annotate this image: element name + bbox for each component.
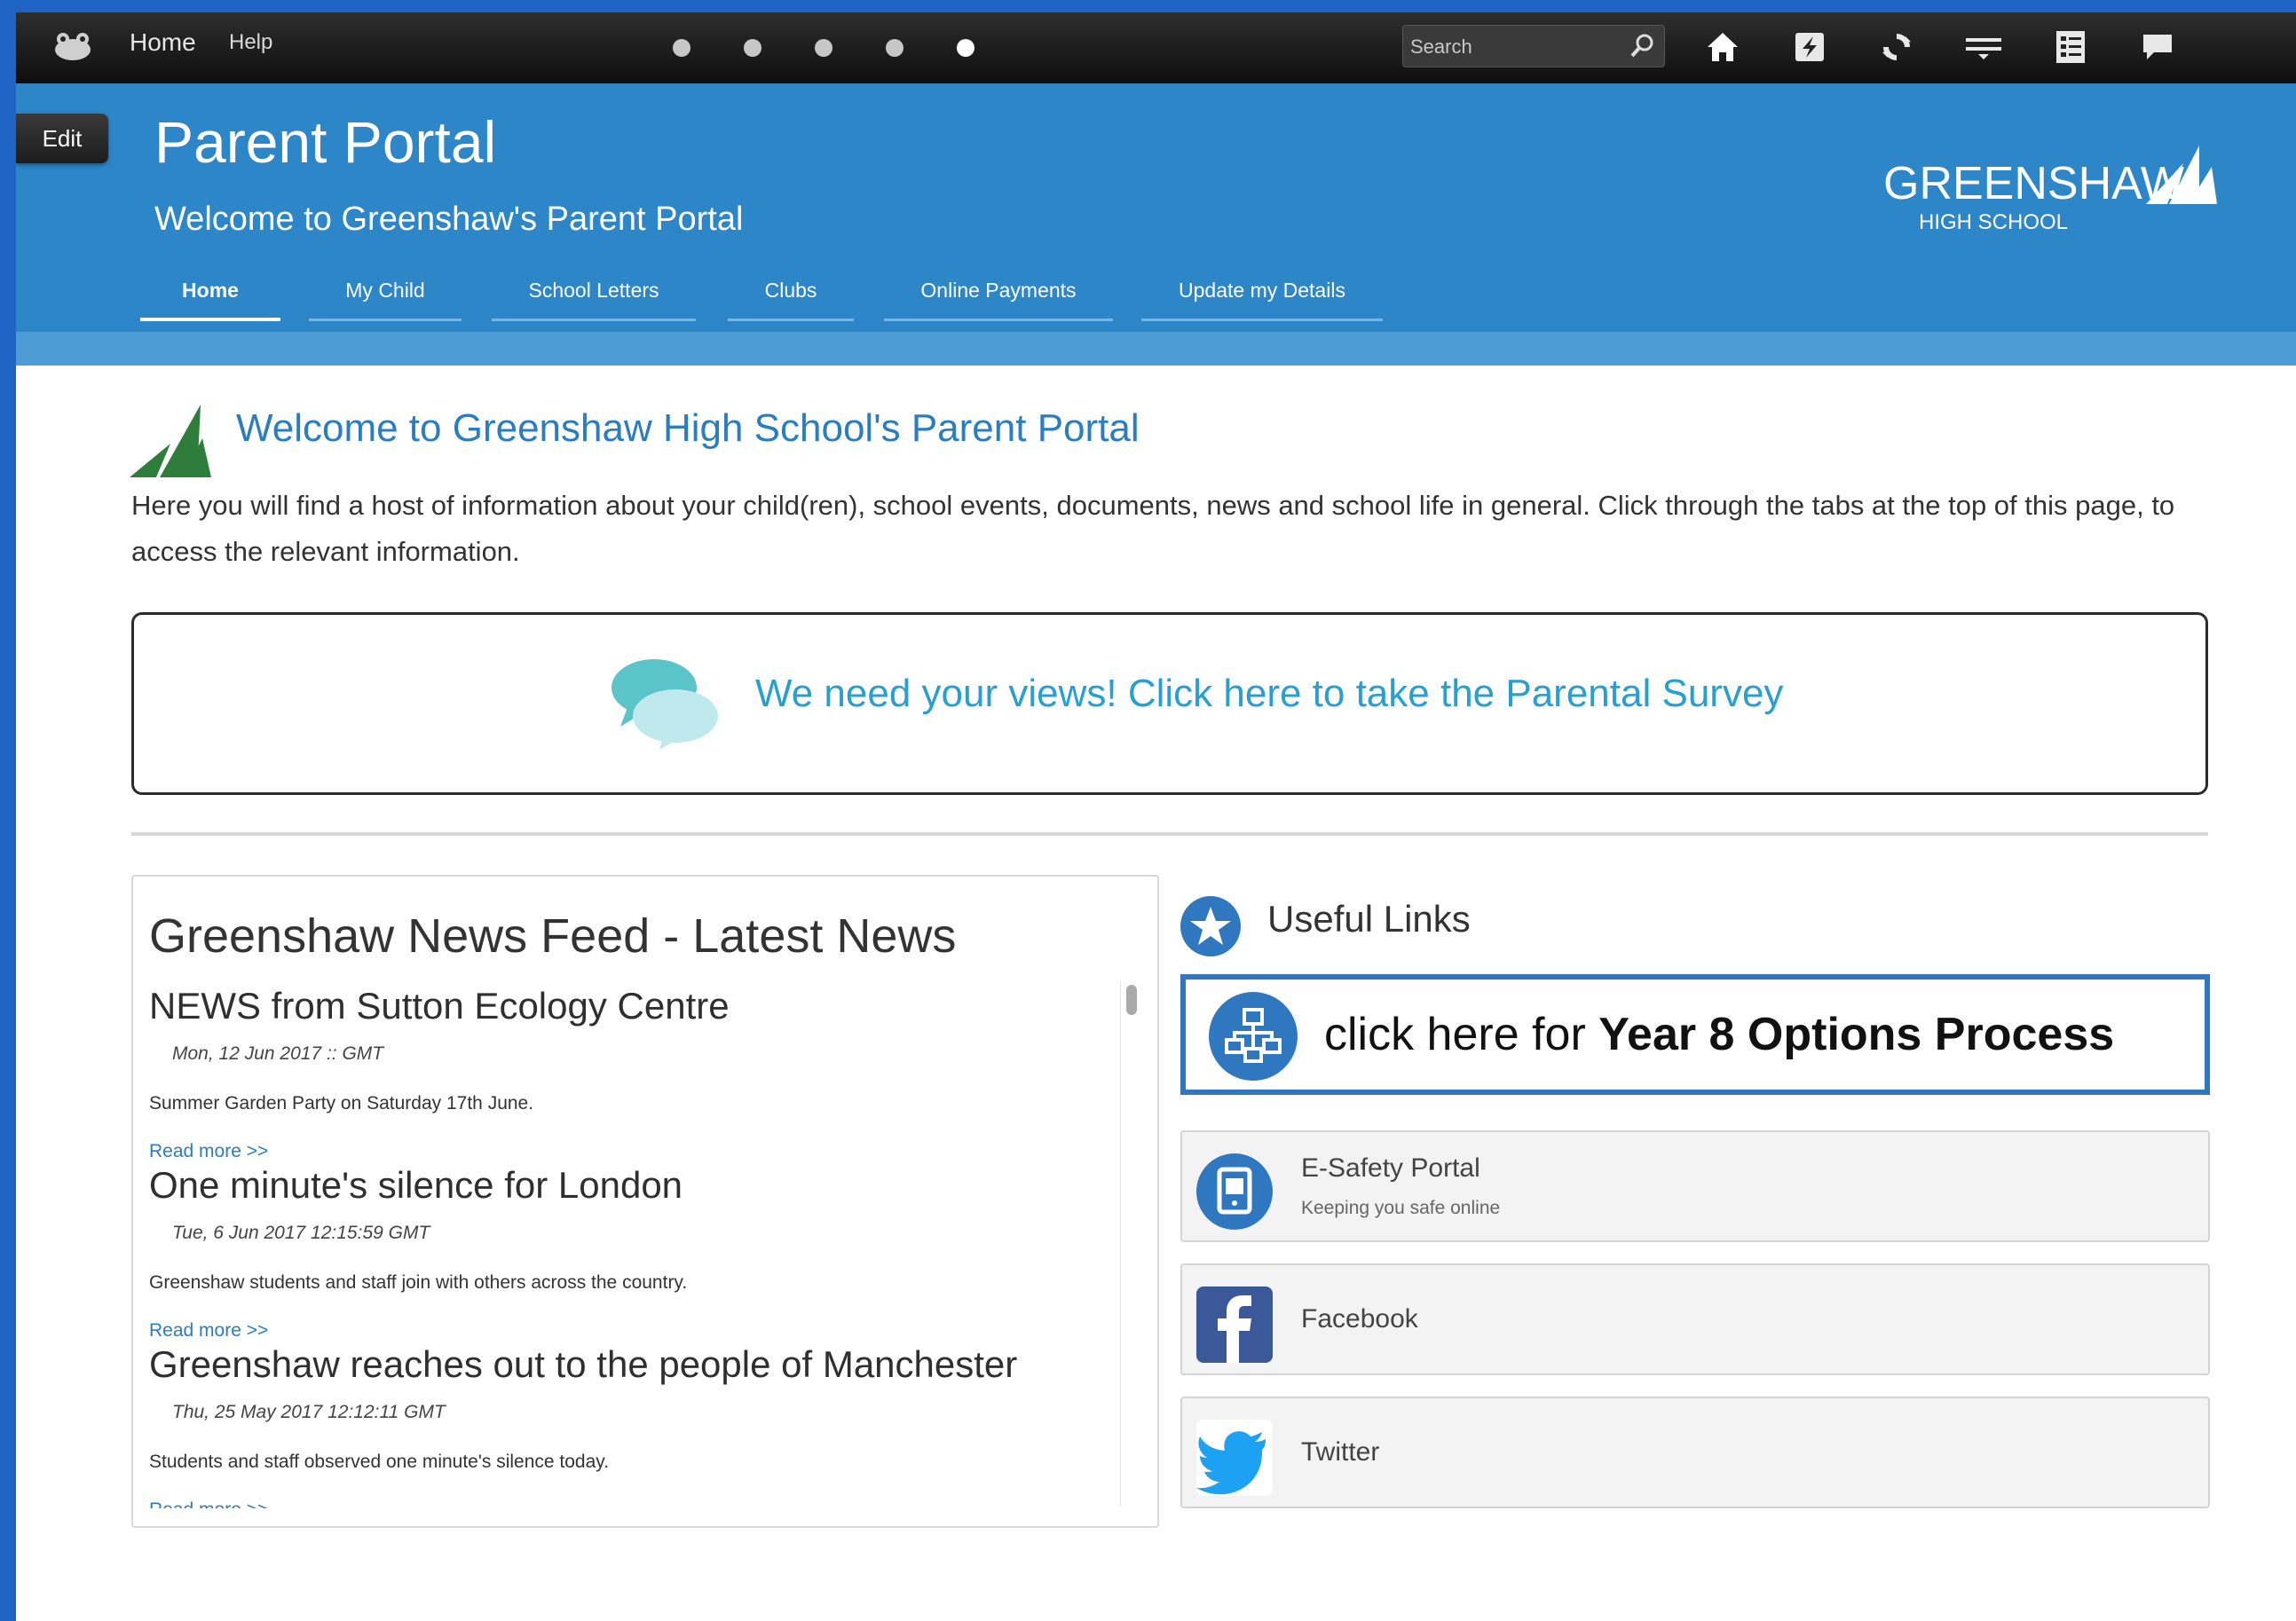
edit-button[interactable]: Edit (16, 114, 108, 163)
greenshaw-mark-icon (130, 405, 211, 477)
options-bold: Year 8 Options Process (1598, 1009, 2115, 1060)
carousel-dot[interactable] (815, 39, 832, 57)
survey-link-text[interactable]: We need your views! Click here to take t… (755, 672, 1783, 716)
options-prefix: click here for (1324, 1009, 1599, 1060)
news-item: Greenshaw reaches out to the people of M… (149, 1343, 1108, 1508)
year8-options-button[interactable]: click here for Year 8 Options Process (1180, 974, 2210, 1095)
intro-text: Here you will find a host of information… (131, 490, 2175, 567)
transfer-icon[interactable] (1789, 27, 1830, 67)
logo-sub-text: HIGH SCHOOL (1919, 210, 2068, 234)
greenshaw-logo-icon: GREENSHAW HIGH SCHOOL (1883, 146, 2217, 234)
logo-main-text: GREENSHAW (1883, 158, 2184, 209)
twitter-link[interactable]: Twitter (1180, 1397, 2210, 1508)
news-headline[interactable]: Greenshaw reaches out to the people of M… (149, 1343, 1108, 1386)
e-safety-title: E-Safety Portal (1301, 1153, 1480, 1183)
sync-icon[interactable] (1876, 27, 1917, 67)
facebook-icon (1196, 1287, 1273, 1363)
twitter-icon (1196, 1420, 1273, 1496)
page-subtitle: Welcome to Greenshaw's Parent Portal (154, 201, 744, 238)
speech-bubbles-icon (611, 659, 718, 750)
top-home-link[interactable]: Home (130, 28, 196, 57)
browser-frame: Home Help Search Edit Parent Portal Welc… (16, 12, 2296, 1621)
news-headline[interactable]: One minute's silence for London (149, 1164, 1108, 1207)
read-more-link[interactable]: Read more >> (149, 1320, 268, 1342)
news-date: Thu, 25 May 2017 12:12:11 GMT (172, 1402, 446, 1422)
frog-logo-icon[interactable] (51, 28, 94, 64)
welcome-heading: Welcome to Greenshaw High School's Paren… (236, 406, 1140, 450)
home-icon[interactable] (1702, 27, 1743, 67)
scrollbar-thumb[interactable] (1126, 985, 1137, 1015)
e-safety-subtitle: Keeping you safe online (1301, 1198, 1501, 1218)
chat-icon[interactable] (2137, 27, 2178, 67)
list-icon[interactable] (2050, 27, 2091, 67)
news-feed-title: Greenshaw News Feed - Latest News (149, 909, 957, 963)
carousel-dots (673, 39, 974, 57)
tab-update-my-details[interactable]: Update my Details (1141, 266, 1383, 321)
useful-links-title: Useful Links (1267, 898, 1471, 940)
tab-label: School Letters (528, 279, 659, 302)
tab-my-child[interactable]: My Child (309, 266, 462, 321)
star-icon (1180, 896, 1241, 956)
read-more-link[interactable]: Read more >> (149, 1141, 268, 1162)
tab-label: Home (182, 279, 239, 302)
carousel-dot[interactable] (744, 39, 761, 57)
tablet-icon (1196, 1153, 1273, 1230)
options-text: click here for Year 8 Options Process (1324, 1008, 2114, 1061)
news-headline[interactable]: NEWS from Sutton Ecology Centre (149, 985, 1108, 1027)
page-title: Parent Portal (154, 109, 497, 175)
top-help-link[interactable]: Help (229, 30, 272, 55)
section-divider (131, 832, 2208, 836)
carousel-dot[interactable] (886, 39, 903, 57)
e-safety-portal-link[interactable]: E-Safety Portal Keeping you safe online (1180, 1130, 2210, 1242)
twitter-title: Twitter (1301, 1437, 1380, 1467)
news-date: Mon, 12 Jun 2017 :: GMT (172, 1043, 384, 1064)
search-input[interactable] (1408, 26, 1625, 68)
news-item: NEWS from Sutton Ecology Centre Mon, 12 … (149, 985, 1108, 1162)
news-summary: Students and staff observed one minute's… (149, 1452, 610, 1472)
tab-school-letters[interactable]: School Letters (492, 266, 696, 321)
tab-label: My Child (345, 279, 425, 302)
news-summary: Greenshaw students and staff join with o… (149, 1272, 688, 1293)
parental-survey-banner[interactable]: We need your views! Click here to take t… (131, 612, 2208, 795)
news-date: Tue, 6 Jun 2017 12:15:59 GMT (172, 1223, 430, 1243)
school-logo[interactable]: GREENSHAW HIGH SCHOOL (1883, 137, 2221, 243)
main-content: Welcome to Greenshaw High School's Paren… (16, 332, 2296, 1621)
hierarchy-icon (1209, 992, 1298, 1081)
toolbar-icons (1702, 27, 2178, 67)
carousel-dot-active[interactable] (957, 39, 974, 57)
tab-label: Update my Details (1179, 279, 1345, 302)
facebook-link[interactable]: Facebook (1180, 1263, 2210, 1375)
tab-label: Online Payments (920, 279, 1077, 302)
menu-bar-icon[interactable] (1963, 27, 2004, 67)
search-box[interactable] (1402, 25, 1665, 68)
tab-label: Clubs (764, 279, 817, 302)
read-more-link[interactable]: Read more >> (149, 1499, 268, 1508)
portal-header: Edit Parent Portal Welcome to Greenshaw'… (16, 83, 2296, 366)
tab-clubs[interactable]: Clubs (728, 266, 854, 321)
news-feed-panel: Greenshaw News Feed - Latest News NEWS f… (131, 875, 1159, 1528)
search-icon[interactable] (1629, 33, 1655, 59)
top-toolbar: Home Help (16, 12, 2296, 83)
news-item: One minute's silence for London Tue, 6 J… (149, 1164, 1108, 1342)
carousel-dot[interactable] (673, 39, 690, 57)
news-summary: Summer Garden Party on Saturday 17th Jun… (149, 1093, 534, 1113)
tab-online-payments[interactable]: Online Payments (884, 266, 1113, 321)
news-scrollbar[interactable] (1120, 981, 1142, 1507)
news-list[interactable]: NEWS from Sutton Ecology Centre Mon, 12 … (149, 985, 1116, 1508)
facebook-title: Facebook (1301, 1304, 1418, 1334)
tab-home[interactable]: Home (140, 266, 280, 321)
